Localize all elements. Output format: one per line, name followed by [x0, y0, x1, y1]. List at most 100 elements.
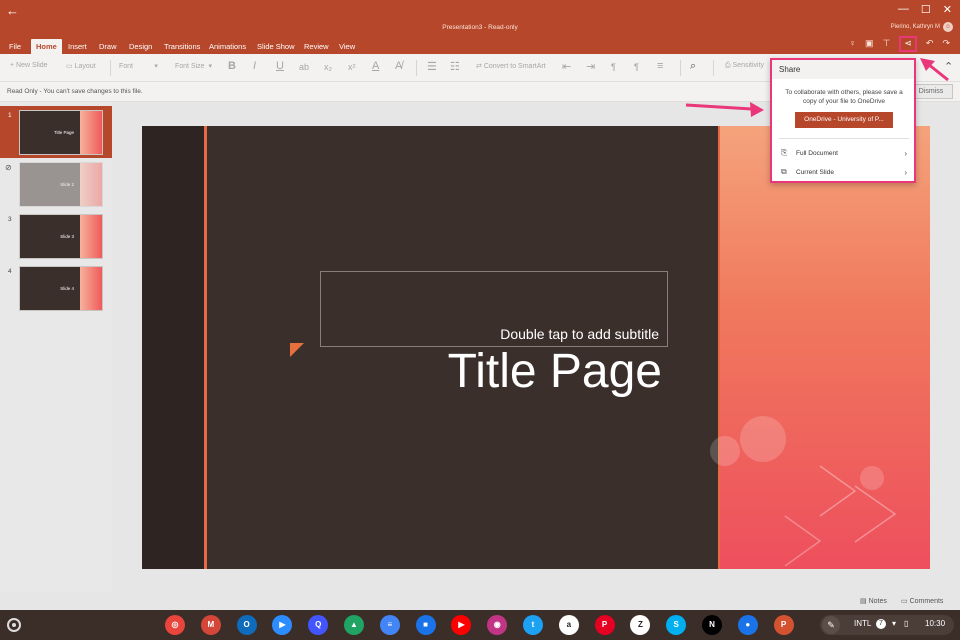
slide-number: 3 — [8, 216, 12, 223]
tab-home[interactable]: Home — [31, 39, 62, 54]
zoom-icon[interactable]: ▶ — [272, 615, 293, 635]
slide-preview: Slide 4 — [19, 266, 103, 311]
files-icon[interactable]: ■ — [415, 615, 436, 635]
tab-insert[interactable]: Insert — [63, 39, 92, 54]
increase-indent-icon[interactable]: ⇥ — [586, 60, 595, 73]
lightbulb-icon[interactable]: ♀ — [849, 38, 856, 52]
maximize-button[interactable]: ☐ — [921, 3, 931, 16]
tab-animations[interactable]: Animations — [204, 39, 251, 54]
pinterest-icon[interactable]: P — [594, 615, 615, 635]
slide-accent-line — [204, 126, 207, 569]
search-icon[interactable]: ⌕ — [690, 60, 696, 73]
amazon-icon[interactable]: a — [558, 615, 579, 635]
title-bar: ← Presentation3 - Read-only — ☐ ✕ Pierin… — [0, 0, 960, 36]
convert-smartart-button[interactable]: ⇄ Convert to SmartArt — [476, 62, 546, 70]
youtube-icon[interactable]: ▶ — [451, 615, 472, 635]
clock[interactable]: 10:30 — [925, 619, 945, 628]
onedrive-save-button[interactable]: OneDrive - University of P... — [795, 112, 893, 128]
close-button[interactable]: ✕ — [943, 3, 952, 16]
bullets-icon[interactable]: ☰ — [427, 60, 437, 73]
slide-thumbnail-1[interactable]: 1 Title Page — [0, 106, 112, 158]
instagram-icon[interactable]: ◉ — [487, 615, 508, 635]
strikethrough-button[interactable]: ab — [299, 62, 309, 72]
hidden-slide-icon: ⊘ — [5, 163, 12, 172]
collapse-ribbon-icon[interactable]: ⌃ — [944, 60, 953, 73]
bold-button[interactable]: B — [228, 60, 236, 72]
slide-thumbnail-3[interactable]: 3 Slide 3 — [0, 210, 112, 262]
skype-icon[interactable]: S — [666, 615, 687, 635]
font-label: Font — [119, 63, 134, 70]
tab-review[interactable]: Review — [299, 39, 334, 54]
numbering-icon[interactable]: ☷ — [450, 60, 460, 73]
ltr-icon[interactable]: ¶ — [611, 62, 616, 72]
clear-format-icon[interactable]: A̸ — [395, 60, 402, 72]
netflix-icon[interactable]: N — [702, 615, 722, 635]
status-bar: ▤ Notes ▭ Comments — [0, 592, 960, 610]
underline-button[interactable]: U — [276, 60, 284, 72]
font-color-icon[interactable]: A — [372, 60, 379, 72]
zara-icon[interactable]: Z — [630, 615, 651, 635]
slide-left-band — [142, 126, 204, 569]
slide-preview-title: Title Page — [53, 130, 74, 135]
slide-thumbnails: 1 Title Page ⊘ Slide 2 3 Slide 3 4 Slide… — [0, 102, 112, 610]
share-item-label: Current Slide — [796, 169, 834, 176]
slide-canvas[interactable]: Double tap to add subtitle Title Page — [142, 126, 930, 569]
align-icon[interactable]: ≡ — [657, 60, 663, 72]
comments-label: Comments — [909, 598, 944, 605]
tab-transitions[interactable]: Transitions — [159, 39, 205, 54]
locale-indicator[interactable]: INTL — [854, 619, 871, 628]
slide-preview-title: Slide 3 — [60, 234, 74, 239]
share-button[interactable]: ⋖ — [899, 36, 917, 52]
undo-icon[interactable]: ↶ — [926, 38, 934, 52]
layout-button[interactable]: ▭ Layout — [66, 62, 96, 70]
italic-button[interactable]: I — [253, 60, 256, 72]
launcher-icon[interactable] — [7, 618, 21, 632]
user-avatar[interactable]: ☺ — [943, 22, 953, 32]
slide-thumbnail-4[interactable]: 4 Slide 4 — [0, 262, 112, 314]
powerpoint-icon[interactable]: P — [773, 615, 794, 635]
slide-thumbnail-2[interactable]: ⊘ Slide 2 — [0, 158, 112, 210]
back-arrow-icon[interactable]: ← — [6, 3, 19, 18]
user-name[interactable]: Pierino, Kathryn M — [891, 24, 940, 30]
decrease-indent-icon[interactable]: ⇤ — [562, 60, 571, 73]
present-icon[interactable]: ⊤ — [883, 38, 891, 52]
tab-draw[interactable]: Draw — [94, 39, 122, 54]
outlook-icon[interactable]: O — [236, 615, 257, 635]
stylus-icon[interactable]: ✎ — [822, 616, 840, 634]
sensitivity-button[interactable]: ⎙ Sensitivity — [725, 62, 764, 70]
comments-button[interactable]: ▭ Comments — [901, 597, 943, 605]
tab-file[interactable]: File — [4, 39, 26, 54]
notes-button[interactable]: ▤ Notes — [860, 597, 887, 605]
new-slide-button[interactable]: + New Slide — [10, 62, 48, 69]
slide-title[interactable]: Title Page — [432, 344, 662, 399]
slide-preview: Slide 2 — [19, 162, 103, 207]
font-size-dropdown[interactable]: Font Size ▾ — [175, 62, 212, 70]
minimize-button[interactable]: — — [898, 3, 909, 16]
separator — [680, 60, 681, 76]
rtl-icon[interactable]: ¶ — [634, 62, 639, 72]
redo-icon[interactable]: ↷ — [942, 38, 950, 52]
chrome-icon[interactable]: ◎ — [165, 615, 185, 635]
share-full-document[interactable]: ⎘ Full Document › — [779, 148, 909, 162]
gmail-icon[interactable]: M — [200, 615, 221, 635]
font-dropdown[interactable]: Font ▾ — [119, 62, 158, 70]
paperclip-icon: ⎘ — [781, 148, 788, 157]
tab-view[interactable]: View — [334, 39, 360, 54]
duo-icon[interactable]: ● — [737, 615, 758, 635]
subscript-button[interactable]: x₂ — [324, 62, 332, 72]
twitter-icon[interactable]: t — [523, 615, 543, 635]
docs-icon[interactable]: ≡ — [379, 615, 400, 635]
superscript-button[interactable]: x² — [348, 62, 356, 72]
share-panel-title: Share — [772, 60, 914, 79]
subtitle-placeholder[interactable]: Double tap to add subtitle — [320, 271, 668, 347]
tab-design[interactable]: Design — [124, 39, 157, 54]
quizlet-icon[interactable]: Q — [308, 615, 329, 635]
convert-smartart-label: Convert to SmartArt — [483, 63, 546, 70]
tab-slide-show[interactable]: Slide Show — [252, 39, 300, 54]
decorative-chevrons — [784, 465, 897, 566]
window-controls: — ☐ ✕ — [898, 3, 952, 16]
share-current-slide[interactable]: ⧉ Current Slide › — [779, 167, 909, 181]
drive-icon[interactable]: ▲ — [344, 615, 364, 635]
save-icon[interactable]: ▣ — [865, 38, 874, 52]
notification-badge[interactable]: 7 — [876, 619, 886, 629]
